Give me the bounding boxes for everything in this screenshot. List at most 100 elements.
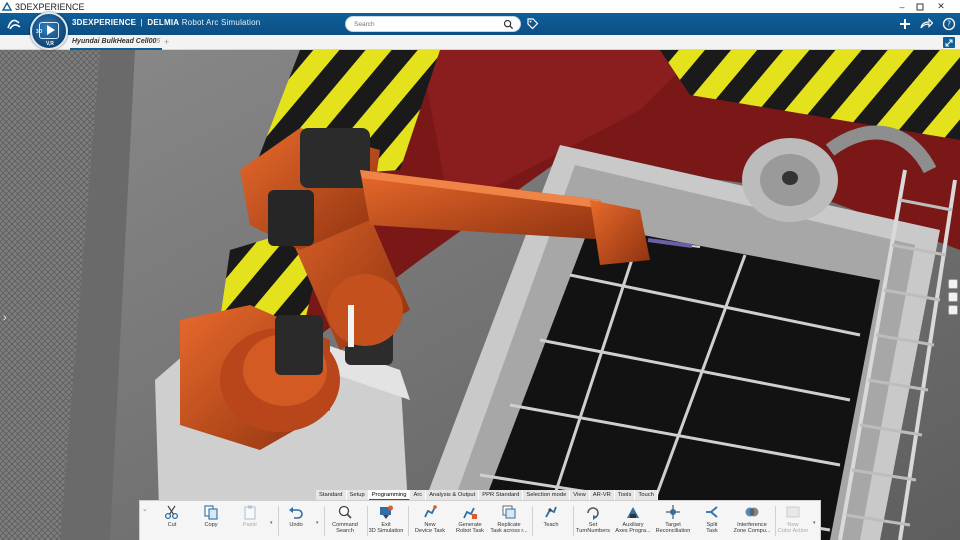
command-search-label-2: Search — [336, 528, 354, 535]
dassault-logo-icon[interactable] — [6, 16, 22, 32]
generate-robot-task-button[interactable]: Generate Robot Task — [450, 504, 490, 540]
teach-label: Teach — [543, 522, 559, 528]
tag-icon[interactable] — [526, 17, 539, 30]
robot-cell-scene[interactable] — [0, 50, 960, 540]
undo-button[interactable]: Undo — [276, 504, 316, 540]
role-name: Robot Arc Simulation — [181, 18, 261, 27]
interference-zone-button[interactable]: Interference Zone Compu... — [732, 504, 772, 540]
ribbon-overflow-icon[interactable]: ▾ — [813, 520, 816, 526]
undo-dropdown-icon[interactable]: ▾ — [316, 520, 319, 526]
undo-icon — [289, 507, 303, 519]
compass-vr-label: V,R — [46, 41, 54, 47]
share-icon[interactable] — [918, 16, 934, 32]
tab-document-label-fade: 5 — [156, 38, 161, 45]
tab-analysis-output[interactable]: Analysis & Output — [426, 490, 480, 500]
search-input[interactable] — [346, 20, 496, 28]
exit-simulation-label-2: 3D Simulation — [368, 528, 404, 535]
view-tool-2-icon[interactable] — [948, 292, 958, 302]
app-logo-icon — [2, 1, 12, 11]
tab-arc[interactable]: Arc — [410, 490, 427, 500]
cut-label: Cut — [167, 522, 177, 528]
tab-touch[interactable]: Touch — [635, 490, 658, 500]
new-device-task-label-2: Device Task — [414, 528, 446, 535]
replicate-task-label-2: Task across r... — [490, 528, 528, 535]
paste-button[interactable]: Paste — [230, 504, 270, 540]
chevron-right-icon[interactable]: › — [3, 312, 11, 326]
tab-selection-mode[interactable]: Selection mode — [523, 490, 571, 500]
brand-prefix: 3D — [72, 18, 83, 27]
app-header: 3DEXPERIENCE | DELMIA Robot Arc Simulati… — [0, 13, 960, 35]
svg-text:?: ? — [947, 20, 951, 29]
play-icon[interactable] — [47, 25, 55, 35]
tab-view[interactable]: View — [570, 490, 590, 500]
cut-button[interactable]: Cut — [152, 504, 192, 540]
3d-viewport[interactable]: › — [0, 50, 960, 540]
tab-document-label: Hyundai BulkHead Cell00 — [72, 38, 157, 45]
exit-simulation-icon — [380, 505, 393, 519]
tab-ar-vr[interactable]: AR-VR — [589, 490, 615, 500]
product-name: DELMIA — [147, 18, 180, 27]
target-reconciliation-label-2: Reconciliation — [655, 528, 691, 535]
app-root: 3DEXPERIENCE – ✕ 3DEXPERIENCE | DELMIA R… — [0, 0, 960, 540]
expand-icon[interactable] — [943, 37, 955, 48]
teach-icon — [545, 506, 557, 518]
tab-tools[interactable]: Tools — [614, 490, 636, 500]
paste-label: Paste — [242, 522, 258, 528]
replicate-task-button[interactable]: Replicate Task across r... — [489, 504, 529, 540]
ribbon-tab-bar: Standard Setup Programming Arc Analysis … — [316, 490, 658, 500]
help-icon[interactable]: ? — [941, 16, 957, 32]
ribbon-separator — [408, 506, 409, 536]
os-title-bar: 3DEXPERIENCE – ✕ — [0, 0, 960, 13]
brand-main: EXPERIENCE — [82, 18, 137, 27]
close-icon[interactable]: ✕ — [930, 0, 952, 13]
title-separator: | — [140, 18, 143, 27]
generate-robot-task-label-2: Robot Task — [456, 528, 484, 535]
generate-robot-task-icon — [463, 507, 477, 519]
target-reconciliation-button[interactable]: Target Reconciliation — [653, 504, 693, 540]
tab-ppr-standard[interactable]: PPR Standard — [479, 490, 524, 500]
teach-button[interactable]: Teach — [531, 504, 571, 540]
copy-icon — [204, 505, 218, 520]
view-tool-3-icon[interactable] — [948, 305, 958, 315]
split-task-icon — [706, 506, 718, 518]
tab-standard[interactable]: Standard — [316, 490, 347, 500]
set-turn-numbers-icon — [587, 507, 599, 520]
undo-label: Undo — [289, 522, 303, 528]
paste-dropdown-icon[interactable]: ▾ — [270, 520, 273, 526]
set-turn-numbers-button[interactable]: Set TurnNumbers — [573, 504, 613, 540]
search-box[interactable] — [345, 16, 521, 32]
compass-widget[interactable]: 3D V,R — [30, 12, 68, 50]
target-reconciliation-icon — [666, 505, 680, 519]
command-search-button[interactable]: Command Search — [325, 504, 365, 540]
tab-active-document[interactable]: Hyundai BulkHead Cell00 5 — [70, 35, 163, 50]
search-icon[interactable] — [503, 19, 514, 30]
copy-button[interactable]: Copy — [191, 504, 231, 540]
plus-icon[interactable] — [897, 16, 913, 32]
auxiliary-axes-button[interactable]: Auxiliary Axes Progra... — [613, 504, 653, 540]
new-color-action-label-2: Color Action — [777, 528, 809, 535]
exit-3d-simulation-button[interactable]: Exit 3D Simulation — [366, 504, 406, 540]
new-device-task-icon — [424, 505, 437, 518]
set-turn-numbers-label-2: TurnNumbers — [576, 528, 610, 535]
split-task-button[interactable]: Split Task — [692, 504, 732, 540]
new-color-action-button[interactable]: New Color Action — [773, 504, 813, 540]
replicate-task-icon — [502, 505, 516, 519]
tab-setup[interactable]: Setup — [346, 490, 369, 500]
auxiliary-axes-label-2: Axes Progra... — [615, 528, 651, 535]
compass-3d-label: 3D — [36, 29, 43, 35]
ribbon-collapse-handle[interactable]: ⌄ — [142, 505, 148, 535]
new-device-task-button[interactable]: New Device Task — [410, 504, 450, 540]
command-search-icon — [338, 505, 352, 519]
window-title: 3DEXPERIENCE — [15, 1, 85, 12]
scissors-icon — [164, 505, 179, 520]
auxiliary-axes-icon — [627, 507, 639, 518]
interference-zone-label-2: Zone Compu... — [733, 528, 771, 535]
paste-icon — [244, 505, 256, 520]
maximize-icon[interactable] — [909, 0, 931, 13]
add-tab-button[interactable]: + — [164, 37, 169, 47]
app-title: 3DEXPERIENCE | DELMIA Robot Arc Simulati… — [72, 18, 260, 27]
tab-programming[interactable]: Programming — [368, 490, 411, 500]
new-color-action-icon — [786, 506, 800, 518]
split-task-label-2: Task — [706, 528, 718, 535]
view-tool-1-icon[interactable] — [948, 279, 958, 289]
